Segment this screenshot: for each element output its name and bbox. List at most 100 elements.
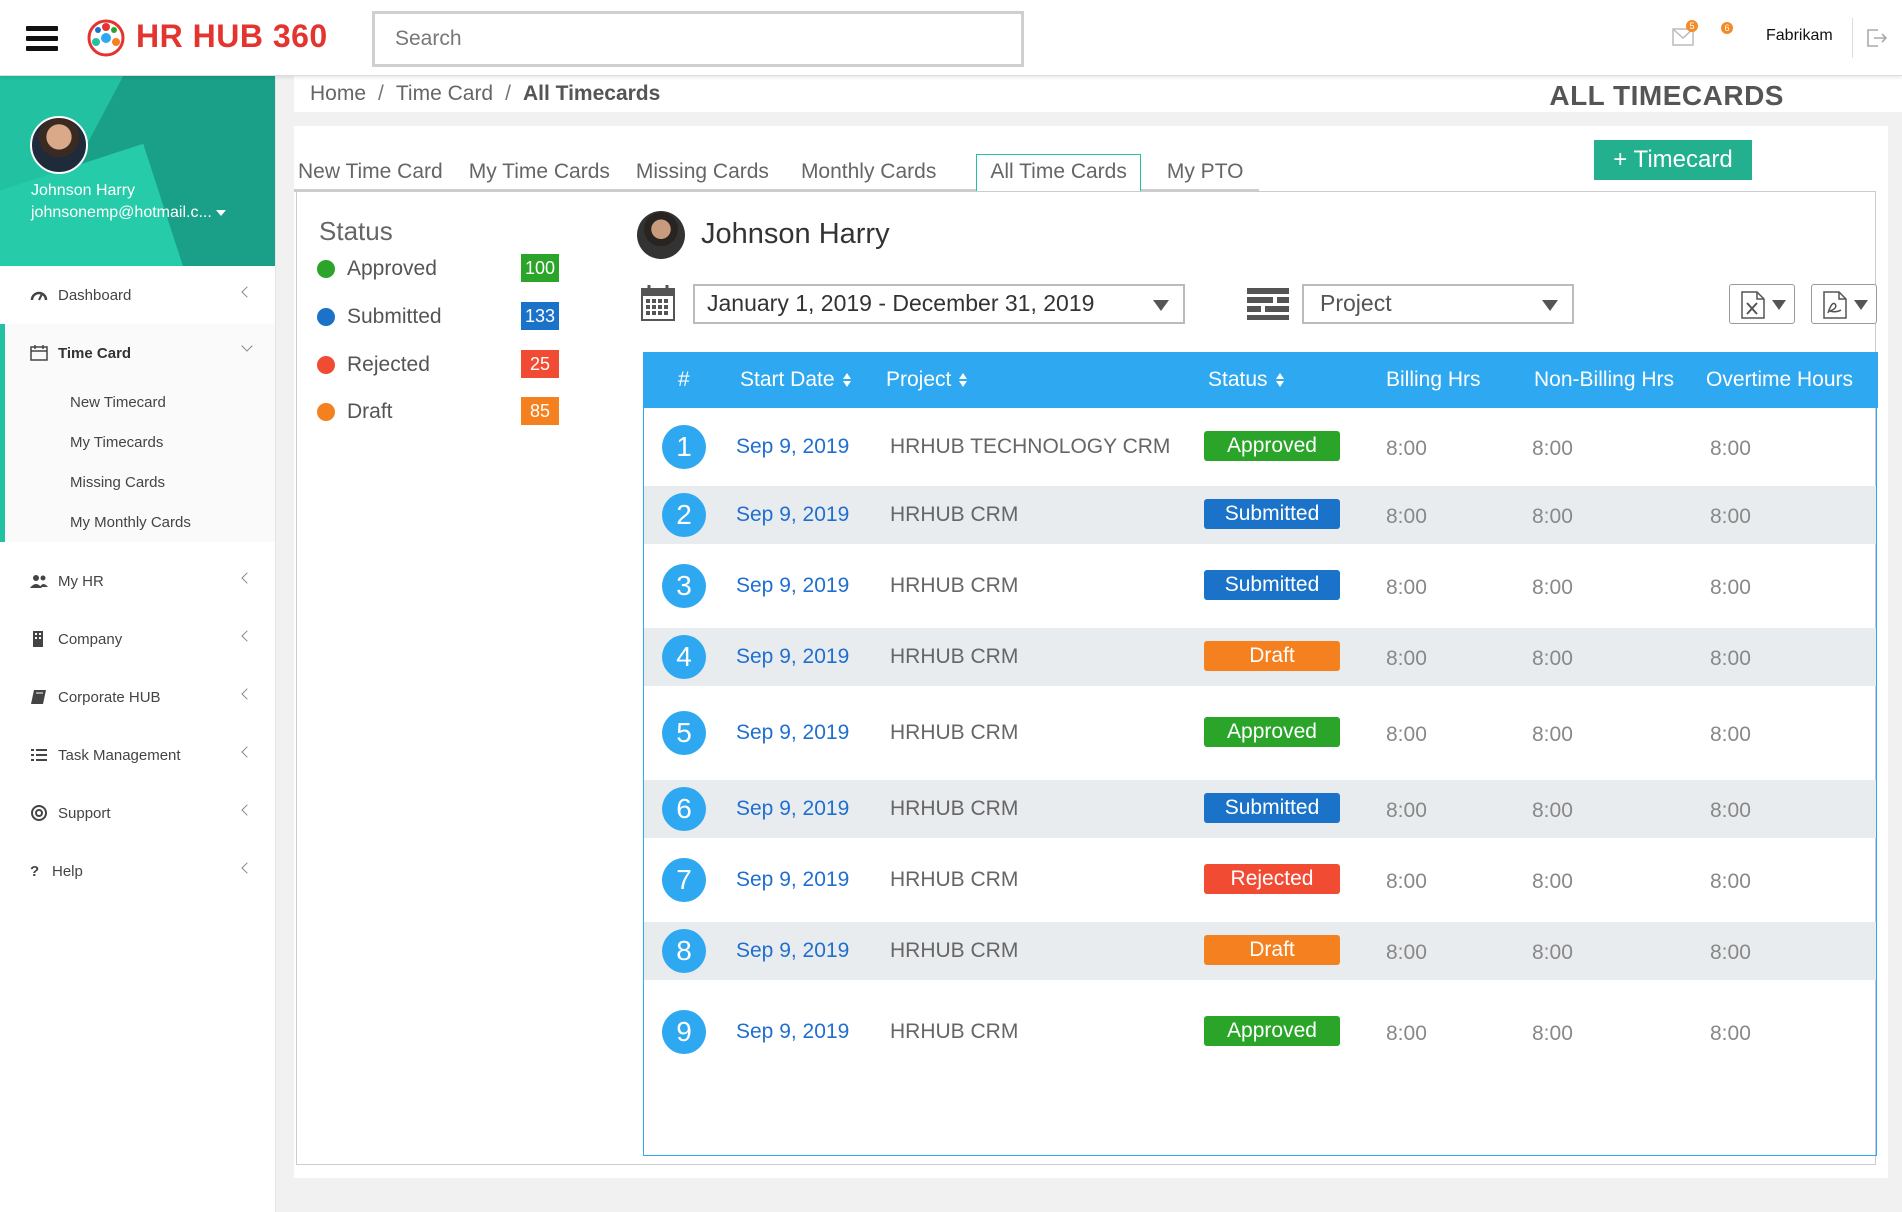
project-name: HRHUB CRM [890,1020,1019,1043]
row-number-badge: 3 [662,564,706,608]
chevron-left-icon [241,286,253,298]
table-row[interactable]: 9 Sep 9, 2019 HRHUB CRM Approved 8:00 8:00 8:0… [644,980,1876,1084]
project-name: HRHUB CRM [890,503,1019,526]
non-billing-hours: 8:00 [1532,1022,1573,1045]
status-title: Status [319,216,393,246]
project-select[interactable]: Project [1302,284,1574,324]
column-header-status[interactable]: Status [1208,368,1284,392]
sort-icon[interactable] [959,372,968,388]
status-legend-item[interactable]: Rejected [317,350,430,380]
non-billing-hours: 8:00 [1532,576,1573,599]
overtime-hours: 8:00 [1710,799,1751,822]
billing-hours: 8:00 [1386,576,1427,599]
column-header-label: Status [1208,368,1268,391]
calendar-icon[interactable] [641,285,675,321]
date-range-select[interactable]: January 1, 2019 - December 31, 2019 [693,284,1185,324]
sidebar-item-label: Support [58,804,111,822]
table-row[interactable]: 5 Sep 9, 2019 HRHUB CRM Approved 8:00 8:00 8:0… [644,686,1876,780]
start-date-link[interactable]: Sep 9, 2019 [736,868,849,892]
table-row[interactable]: 2 Sep 9, 2019 HRHUB CRM Submitted 8:00 8:00 8:… [644,486,1876,544]
sidebar-item-corporate-hub[interactable]: Corporate HUB [0,668,275,726]
sidebar-menu: Dashboard Time Card New Timecard My Time… [0,266,275,900]
tab-bar: New Time Card My Time Cards Missing Card… [294,154,1260,192]
dashboard-icon [30,291,48,301]
sidebar-subitem-my-monthly-cards[interactable]: My Monthly Cards [5,502,275,542]
search-input[interactable] [372,11,1024,67]
tab-my-pto[interactable]: My PTO [1163,154,1244,192]
add-timecard-button[interactable]: + Timecard [1594,140,1752,180]
date-range-value: January 1, 2019 - December 31, 2019 [707,290,1095,316]
profile-email[interactable]: johnsonemp@hotmail.c... [31,204,226,222]
start-date-link[interactable]: Sep 9, 2019 [736,435,849,459]
breadcrumb-time-card[interactable]: Time Card [396,82,493,105]
sidebar-subitem-my-timecards[interactable]: My Timecards [5,422,275,462]
content-box: Status Approved 100 Submitted 133 Rejected 25… [296,191,1878,1165]
status-legend-item[interactable]: Submitted [317,302,442,332]
project-name: HRHUB CRM [890,797,1019,820]
tab-monthly-cards[interactable]: Monthly Cards [797,154,936,192]
column-header-start-date[interactable]: Start Date [740,368,851,392]
status-legend-item[interactable]: Draft [317,397,393,427]
export-pdf-button[interactable] [1811,284,1877,324]
status-legend-label: Rejected [347,353,430,376]
sidebar-item-support[interactable]: Support [0,784,275,842]
table-row[interactable]: 3 Sep 9, 2019 HRHUB CRM Submitted 8:00 8:00 8:… [644,544,1876,628]
notification-badge[interactable]: 6 [1721,22,1733,34]
non-billing-hours: 8:00 [1532,799,1573,822]
tab-all-time-cards[interactable]: All Time Cards [976,154,1141,192]
chevron-left-icon [241,746,253,758]
status-legend-label: Draft [347,400,393,423]
start-date-link[interactable]: Sep 9, 2019 [736,797,849,821]
status-legend-item[interactable]: Approved [317,254,437,284]
sidebar-subitem-missing-cards[interactable]: Missing Cards [5,462,275,502]
sidebar-item-company[interactable]: Company [0,610,275,668]
breadcrumb-home[interactable]: Home [310,82,366,105]
sidebar-item-task-management[interactable]: Task Management [0,726,275,784]
logo-icon [87,19,125,57]
export-excel-button[interactable] [1729,284,1795,324]
sidebar-item-label: Time Card [58,344,132,362]
table-row[interactable]: 7 Sep 9, 2019 HRHUB CRM Rejected 8:00 8:00 8:0… [644,838,1876,922]
sidebar-subitem-new-timecard[interactable]: New Timecard [5,382,275,422]
table-row[interactable]: 6 Sep 9, 2019 HRHUB CRM Submitted 8:00 8:00 8:… [644,780,1876,838]
start-date-link[interactable]: Sep 9, 2019 [736,939,849,963]
start-date-link[interactable]: Sep 9, 2019 [736,645,849,669]
breadcrumb-separator: / [378,82,384,105]
start-date-link[interactable]: Sep 9, 2019 [736,721,849,745]
calendar-icon [30,345,48,361]
company-name[interactable]: Fabrikam [1766,27,1833,45]
sidebar: Johnson Harry johnsonemp@hotmail.c... Da… [0,76,276,1212]
column-header-project[interactable]: Project [886,368,968,392]
project-select-value: Project [1320,290,1392,316]
billing-hours: 8:00 [1386,1022,1427,1045]
divider [1852,18,1853,58]
employee-name: Johnson Harry [701,218,890,250]
start-date-link[interactable]: Sep 9, 2019 [736,503,849,527]
hamburger-menu-icon[interactable] [26,26,58,52]
table-row[interactable]: 1 Sep 9, 2019 HRHUB TECHNOLOGY CRM Approved… [644,408,1876,486]
sort-icon[interactable] [842,372,851,388]
start-date-link[interactable]: Sep 9, 2019 [736,574,849,598]
table-row[interactable]: 4 Sep 9, 2019 HRHUB CRM Draft 8:00 8:00 8:00 [644,628,1876,686]
row-number-badge: 9 [662,1010,706,1054]
sidebar-item-dashboard[interactable]: Dashboard [0,266,275,324]
caret-down-icon[interactable] [215,209,226,216]
overtime-hours: 8:00 [1710,505,1751,528]
tab-my-time-cards[interactable]: My Time Cards [465,154,610,192]
start-date-link[interactable]: Sep 9, 2019 [736,1020,849,1044]
sidebar-item-my-hr[interactable]: My HR [0,552,275,610]
tab-missing-cards[interactable]: Missing Cards [632,154,769,192]
table-row[interactable]: 8 Sep 9, 2019 HRHUB CRM Draft 8:00 8:00 8:00 [644,922,1876,980]
sort-icon[interactable] [1275,372,1284,388]
status-dot-icon [317,403,335,421]
status-count-badge: 133 [521,302,559,330]
avatar[interactable] [30,116,88,174]
sidebar-item-help[interactable]: ? Help [0,842,275,900]
column-header-label: Start Date [740,368,835,391]
logout-icon[interactable] [1864,26,1888,50]
non-billing-hours: 8:00 [1532,941,1573,964]
dropdown-arrow-icon [1772,300,1786,310]
sidebar-item-time-card[interactable]: Time Card [5,324,275,382]
sidebar-item-label: Corporate HUB [58,688,161,706]
tab-new-time-card[interactable]: New Time Card [294,154,443,192]
